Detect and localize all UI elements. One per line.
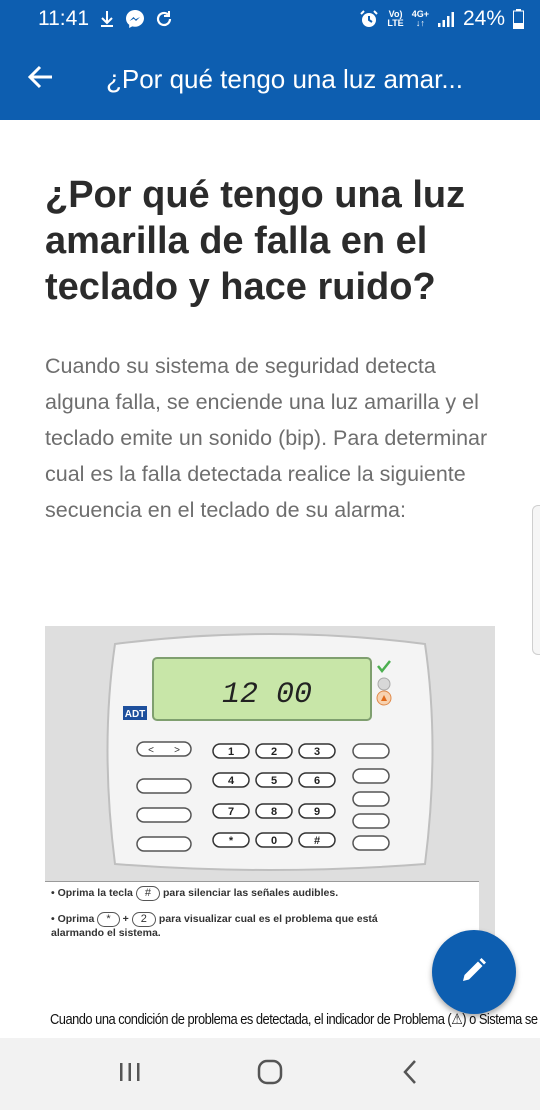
keypad-image: 12 00 ADT < > 1 2 3 4 5 6 7 8 9 * 0 # • … xyxy=(45,626,495,948)
svg-text:>: > xyxy=(174,745,180,756)
article-title: ¿Por qué tengo una luz amarilla de falla… xyxy=(45,174,466,308)
key-8: 8 xyxy=(271,806,277,818)
key-2: 2 xyxy=(271,746,277,758)
app-bar-title: ¿Por qué tengo una luz amar... xyxy=(106,63,463,94)
caption-key-hash: # xyxy=(135,886,161,901)
caption-plus: + xyxy=(122,913,129,925)
keypad-display: 12 00 xyxy=(222,678,312,712)
caption-key-2: 2 xyxy=(131,912,156,927)
key-0: 0 xyxy=(271,835,277,847)
edit-fab-button[interactable] xyxy=(432,930,516,1014)
nav-back-button[interactable] xyxy=(380,1044,440,1104)
volte-indicator: Vo) LTE xyxy=(387,9,404,28)
caption-line1-prefix: • Oprima la tecla xyxy=(51,887,133,899)
back-button[interactable] xyxy=(0,38,80,120)
home-icon xyxy=(256,1058,284,1091)
key-7: 7 xyxy=(228,806,234,818)
article-content[interactable]: ¿Por qué tengo una luz amarilla de falla… xyxy=(0,120,540,1038)
key-4: 4 xyxy=(228,775,235,787)
keypad-caption: • Oprima la tecla # para silenciar las s… xyxy=(45,881,479,948)
brand-logo: ADT xyxy=(125,709,146,720)
battery-icon xyxy=(513,9,524,29)
alarm-icon xyxy=(359,9,379,29)
home-button[interactable] xyxy=(240,1044,300,1104)
pencil-icon xyxy=(459,955,489,990)
status-time: 11:41 xyxy=(38,7,89,30)
battery-percent: 24% xyxy=(462,7,505,30)
key-5: 5 xyxy=(271,775,277,787)
system-nav-bar xyxy=(0,1038,540,1110)
key-star: * xyxy=(229,835,234,847)
recent-apps-button[interactable] xyxy=(100,1044,160,1104)
back-icon xyxy=(400,1058,420,1091)
recent-apps-icon xyxy=(117,1060,143,1089)
messenger-icon xyxy=(125,9,145,29)
caption-line1-suffix: para silenciar las señales audibles. xyxy=(163,887,339,899)
app-bar: ¿Por qué tengo una luz amar... xyxy=(0,38,540,120)
caption-line2-prefix: • Oprima xyxy=(51,913,95,925)
arrow-left-icon xyxy=(26,63,54,96)
network-indicator: 4G+ ↓↑ xyxy=(411,9,429,28)
signal-icon xyxy=(437,10,455,28)
key-1: 1 xyxy=(228,746,234,758)
key-9: 9 xyxy=(314,806,320,818)
download-icon xyxy=(99,10,115,28)
sync-icon xyxy=(155,10,173,28)
key-hash: # xyxy=(314,835,320,847)
scroll-indicator[interactable] xyxy=(532,505,540,655)
caption-key-star: * xyxy=(97,912,120,927)
caption-line2-suffix: para visualizar cual es el problema que … xyxy=(158,913,378,925)
article-continuation-text: Cuando una condición de problema es dete… xyxy=(50,1011,538,1028)
keypad-illustration: 12 00 ADT < > 1 2 3 4 5 6 7 8 9 * 0 # xyxy=(106,633,434,871)
article-body: Cuando su sistema de seguridad detecta a… xyxy=(45,354,488,522)
status-bar: 11:41 Vo) LTE 4G+ ↓↑ 24% xyxy=(0,0,540,38)
key-3: 3 xyxy=(314,746,320,758)
svg-text:<: < xyxy=(148,745,154,756)
caption-line3: alarmando el sistema. xyxy=(51,927,161,939)
key-6: 6 xyxy=(314,775,320,787)
